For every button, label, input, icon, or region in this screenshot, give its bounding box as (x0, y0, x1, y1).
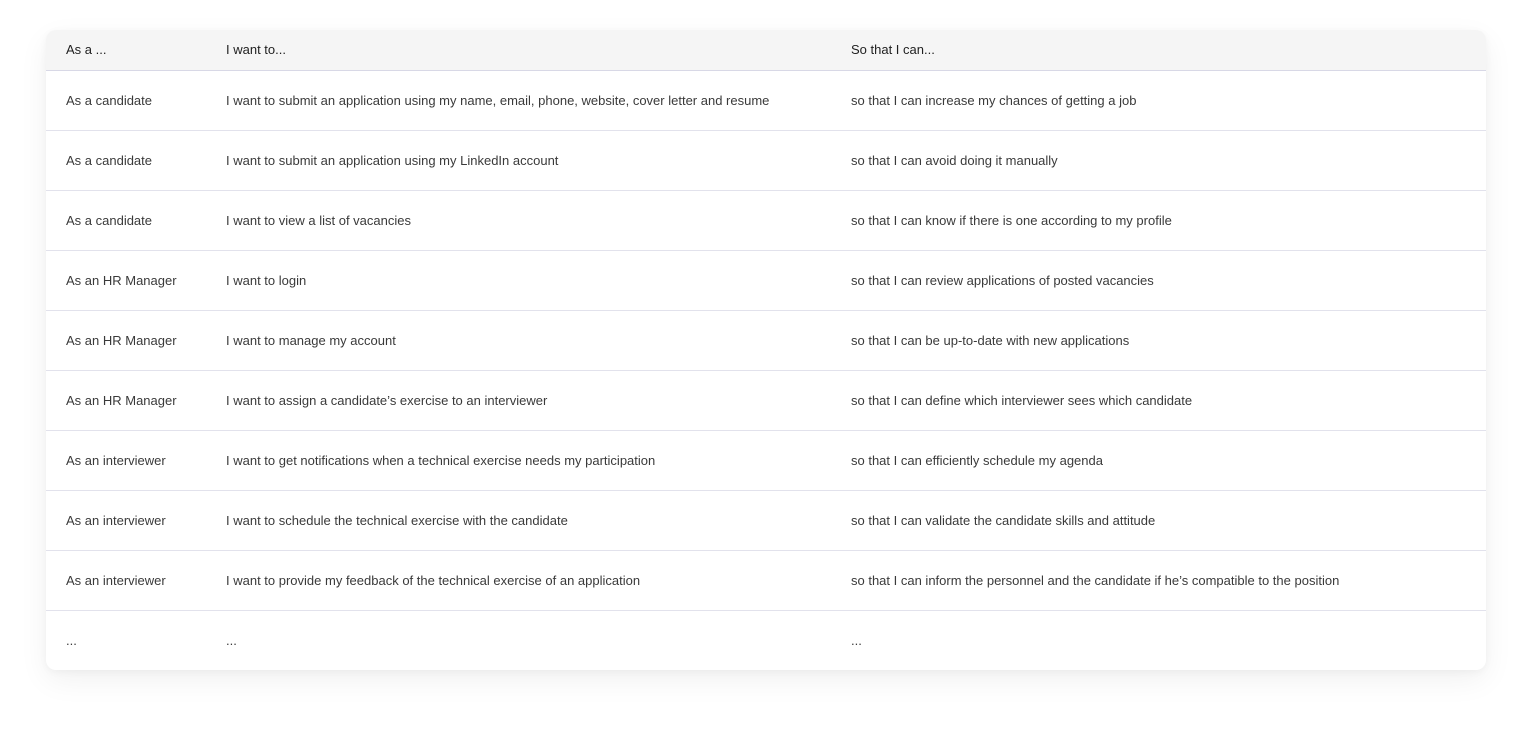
table-row: As a candidate I want to submit an appli… (46, 130, 1486, 191)
cell-benefit: so that I can know if there is one accor… (831, 190, 1486, 251)
cell-role: ... (66, 632, 77, 648)
table-row: As an interviewer I want to schedule the… (46, 490, 1486, 551)
cell-benefit: so that I can validate the candidate ski… (831, 490, 1486, 551)
cell-role: As an interviewer (46, 490, 206, 551)
cell-benefit: so that I can avoid doing it manually (831, 130, 1486, 191)
table-row: As a candidate I want to view a list of … (46, 190, 1486, 251)
header-row: As a ... I want to... So that I can... (46, 30, 1486, 71)
cell-role: As an HR Manager (46, 310, 206, 371)
user-stories-table: As a ... I want to... So that I can... A… (46, 30, 1486, 670)
cell-want: I want to schedule the technical exercis… (206, 490, 831, 551)
column-header-role: As a ... (46, 30, 206, 71)
cell-role: As a candidate (46, 190, 206, 251)
table-row: As an HR Manager I want to assign a cand… (46, 370, 1486, 431)
table-row: As an HR Manager I want to login so that… (46, 250, 1486, 311)
cell-benefit: so that I can efficiently schedule my ag… (831, 430, 1486, 491)
column-header-benefit: So that I can... (831, 30, 1486, 71)
table-row-ellipsis: ... ... ... (46, 610, 1486, 670)
cell-want: I want to login (206, 250, 831, 311)
table-row: As an interviewer I want to provide my f… (46, 550, 1486, 611)
cell-benefit: ... (851, 632, 862, 648)
cell-want: I want to assign a candidate’s exercise … (206, 370, 831, 431)
table-row: As an HR Manager I want to manage my acc… (46, 310, 1486, 371)
user-stories-card: As a ... I want to... So that I can... A… (46, 30, 1486, 670)
cell-benefit: so that I can define which interviewer s… (831, 370, 1486, 431)
cell-benefit: so that I can be up-to-date with new app… (831, 310, 1486, 371)
cell-want: I want to submit an application using my… (206, 130, 831, 191)
cell-role: As an interviewer (46, 430, 206, 491)
table-body: As a candidate I want to submit an appli… (46, 70, 1486, 670)
cell-benefit: so that I can inform the personnel and t… (831, 550, 1486, 611)
column-header-want: I want to... (206, 30, 831, 71)
cell-want: ... (226, 632, 237, 648)
cell-role: As an interviewer (46, 550, 206, 611)
cell-role: As a candidate (46, 70, 206, 131)
table-header: As a ... I want to... So that I can... (46, 30, 1486, 71)
cell-role: As an HR Manager (46, 250, 206, 311)
cell-want: I want to manage my account (206, 310, 831, 371)
cell-benefit: so that I can review applications of pos… (831, 250, 1486, 311)
cell-benefit: so that I can increase my chances of get… (831, 70, 1486, 131)
cell-role: As a candidate (46, 130, 206, 191)
cell-want: I want to provide my feedback of the tec… (206, 550, 831, 611)
cell-want: I want to get notifications when a techn… (206, 430, 831, 491)
cell-want: I want to view a list of vacancies (206, 190, 831, 251)
table-row: As a candidate I want to submit an appli… (46, 70, 1486, 131)
cell-want: I want to submit an application using my… (206, 70, 831, 131)
table-row: As an interviewer I want to get notifica… (46, 430, 1486, 491)
cell-role: As an HR Manager (46, 370, 206, 431)
